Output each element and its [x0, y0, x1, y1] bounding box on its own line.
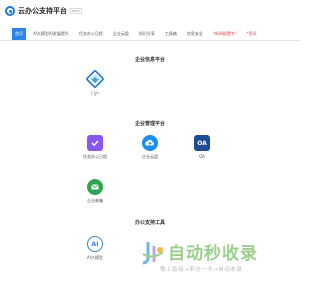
ai-icon: AI — [87, 236, 103, 252]
nav-item-cloud-drive[interactable]: 企业云盘 — [110, 28, 132, 40]
site-title[interactable]: 云办公支持平台 — [18, 6, 67, 16]
nav-item-ai[interactable]: AI大模型AI发展提升 — [30, 28, 72, 40]
app-label-mail: 企业邮箱 — [87, 198, 103, 203]
app-label-cloud-drive: 企业云盘 — [142, 154, 158, 159]
section-title-info-platform: 企业信息平台 — [134, 57, 165, 63]
nav-item-security[interactable]: 信息安全 — [184, 28, 206, 40]
app-mail[interactable]: 企业邮箱 — [80, 179, 110, 204]
nav-item-knowledge[interactable]: 知识分享 — [136, 28, 158, 40]
version-badge: BETA — [70, 8, 82, 14]
watermark-subtitle: 敬上链接→来访一次→自动收录 — [160, 267, 243, 273]
nav-item-news-config[interactable]: *新闻配置专! — [210, 28, 240, 40]
site-header: 云办公支持平台 BETA — [0, 0, 300, 22]
nav-item-home[interactable]: 首页 — [12, 28, 26, 40]
nav-divider — [0, 40, 300, 41]
cloud-upload-icon — [142, 135, 158, 151]
oa-icon: OA — [194, 135, 210, 151]
site-logo-icon[interactable] — [5, 6, 15, 16]
watermark-logo-icon — [142, 242, 164, 265]
section-title-tools: 办公支持工具 — [134, 220, 165, 226]
app-label-ai-model: AI大模型 — [87, 255, 103, 260]
task-check-icon — [87, 135, 103, 151]
app-label-oa: OA — [199, 154, 205, 159]
app-oa[interactable]: OA OA — [187, 135, 217, 159]
main-nav: 首页 AI大模型AI发展提升 任务办公日程 企业云盘 知识分享 工具箱 信息安全… — [0, 28, 300, 40]
app-cloud-drive[interactable]: 企业云盘 — [135, 135, 165, 160]
nav-item-toolbox[interactable]: 工具箱 — [162, 28, 180, 40]
mail-icon — [87, 179, 103, 195]
watermark: 自动秒收录 敬上链接→来访一次→自动收录 — [140, 238, 290, 278]
app-portal[interactable]: 门户 — [80, 70, 110, 97]
app-label-tasks: 任务办公日程 — [83, 154, 107, 159]
nav-item-news[interactable]: *资讯 — [243, 28, 259, 40]
section-title-management-platform: 企业管理平台 — [134, 121, 165, 127]
portal-icon — [86, 70, 104, 88]
app-tasks[interactable]: 任务办公日程 — [80, 135, 110, 160]
nav-item-tasks[interactable]: 任务办公日程 — [76, 28, 106, 40]
app-ai-model[interactable]: AI AI大模型 — [80, 236, 110, 261]
app-label-portal: 门户 — [91, 91, 99, 96]
watermark-title: 自动秒收录 — [168, 244, 258, 264]
